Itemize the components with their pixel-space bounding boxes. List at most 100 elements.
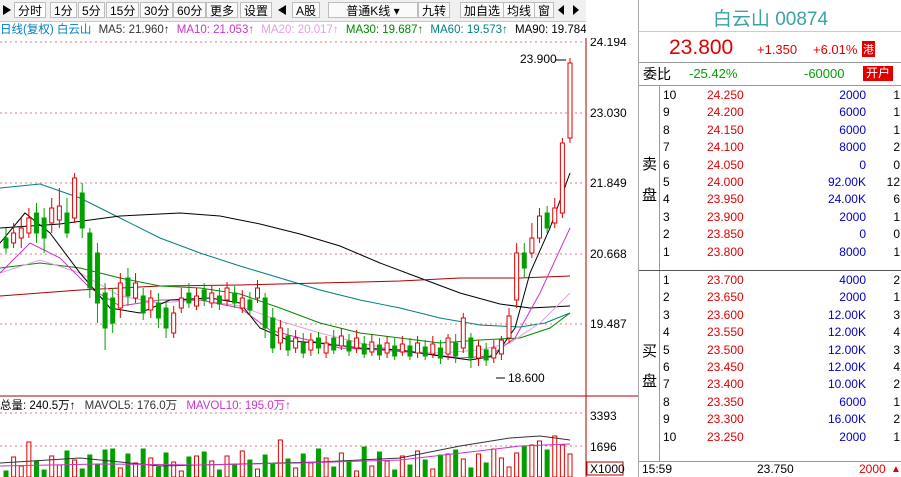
collapse-right-icon[interactable]: [555, 4, 567, 16]
orderbook-n: 2: [893, 377, 900, 392]
orderbook-vol: 92.00K: [827, 175, 866, 189]
tab-timeshare[interactable]: 分时: [14, 2, 47, 18]
orderbook-n: 1: [893, 429, 900, 444]
orderbook-n: 12: [886, 175, 900, 189]
volume-bar: [491, 448, 497, 477]
bid-row[interactable]: 6 23.450 12.00K 4: [639, 359, 901, 376]
bid-row[interactable]: 8 23.350 6000 1: [639, 394, 901, 411]
volume-bar: [498, 457, 504, 477]
market-selector[interactable]: A股: [292, 2, 321, 18]
candle-body: [300, 342, 306, 354]
tab-60min[interactable]: 60分: [173, 2, 207, 18]
tab-1min[interactable]: 1分: [50, 2, 77, 18]
candle-body: [155, 302, 161, 319]
candle-body: [163, 307, 169, 329]
mavol5-line: [0, 435, 571, 467]
orderbook-n: 0: [893, 157, 900, 172]
ma-button[interactable]: 均线: [503, 2, 536, 18]
volume-bar: [422, 459, 428, 477]
volume-bar: [376, 451, 382, 477]
kline-type-select[interactable]: 普通K线 ▾: [328, 2, 418, 18]
jiuzhuan-button[interactable]: 九转: [418, 2, 451, 18]
ma90-label: MA90: 19.784: [514, 24, 586, 36]
orderbook-price: 23.350: [707, 394, 744, 409]
volume-bar: [102, 449, 108, 477]
candle-body: [11, 232, 17, 244]
orderbook-vol: 6000: [839, 394, 866, 409]
candle-body: [338, 335, 344, 347]
ma60-label: MA60: 19.573↑: [430, 24, 508, 36]
volume-legend: 总量: 240.5万↑ MAVOL5: 176.0万 MAVOL10: 195.…: [0, 398, 297, 414]
quote-panel: 白云山 00874 23.800 +1.350 +6.01% 港 委比 -25.…: [638, 0, 901, 477]
weibi-diff: -60000: [804, 66, 845, 81]
volume-bar: [529, 444, 535, 477]
candle-body: [232, 292, 238, 304]
candle-body: [491, 347, 497, 359]
bid-row[interactable]: 1 23.700 4000 2: [639, 272, 901, 289]
bid-row[interactable]: 4 23.550 12.00K 4: [639, 324, 901, 341]
volume-bar: [41, 469, 47, 477]
orderbook-level: 5: [663, 342, 670, 357]
ask-row[interactable]: 9 24.200 6000 1: [639, 104, 901, 121]
orderbook-price: 23.900: [707, 209, 744, 224]
tab-30min[interactable]: 30分: [140, 2, 174, 18]
ask-row[interactable]: 10 24.250 2000 1: [639, 87, 901, 104]
candle-body: [354, 337, 360, 349]
orderbook-n: 1: [893, 244, 900, 259]
ask-row[interactable]: 4 23.950 24.00K 6: [639, 191, 901, 208]
orderbook-price: 24.050: [707, 157, 744, 172]
trade-volume: 2000: [859, 462, 886, 476]
ask-row[interactable]: 5 24.000 92.00K 12: [639, 174, 901, 191]
bid-row[interactable]: 2 23.650 2000 1: [639, 289, 901, 306]
bid-row[interactable]: 3 23.600 12.00K 3: [639, 307, 901, 324]
ask-row[interactable]: 8 24.150 6000 1: [639, 122, 901, 139]
candle-body: [178, 297, 184, 309]
chevron-down-icon: ▾: [393, 4, 400, 18]
candle-body: [56, 205, 62, 221]
orderbook-vol: 12.00K: [827, 325, 866, 340]
tab-more[interactable]: 更多: [206, 2, 239, 18]
volume-bar: [552, 435, 558, 477]
tab-5min[interactable]: 5分: [78, 2, 105, 18]
candle-body: [460, 317, 466, 349]
bid-row[interactable]: 10 23.250 2000 1: [639, 429, 901, 446]
candle-body: [392, 345, 398, 357]
orderbook-price: 24.150: [707, 122, 744, 137]
weibi-label: 委比: [643, 66, 671, 82]
bid-row[interactable]: 7 23.400 10.00K 2: [639, 376, 901, 393]
orderbook-level: 9: [663, 412, 670, 427]
price-change-pct: +6.01%: [813, 42, 858, 57]
volume-bar: [445, 453, 451, 477]
volume-bar: [430, 468, 436, 477]
tab-15min[interactable]: 15分: [106, 2, 140, 18]
tab-settings[interactable]: 设置: [240, 2, 273, 18]
open-account-button[interactable]: 开户: [863, 66, 894, 81]
ask-row[interactable]: 6 24.050 0 0: [639, 157, 901, 174]
candle-body: [476, 345, 482, 359]
volume-bar: [26, 441, 32, 477]
orderbook-vol: 4000: [839, 273, 866, 287]
orderbook-n: 1: [893, 209, 900, 224]
candle-body: [117, 282, 123, 309]
ask-row[interactable]: 3 23.900 2000 1: [639, 209, 901, 226]
candle-body: [537, 215, 543, 239]
bid-row[interactable]: 5 23.500 12.00K 3: [639, 342, 901, 359]
orderbook-level: 7: [663, 377, 670, 392]
scroll-left-icon[interactable]: [276, 4, 288, 16]
ask-row[interactable]: 1 23.800 8000 1: [639, 244, 901, 261]
ask-row[interactable]: 7 24.100 8000 2: [639, 139, 901, 156]
expand-right-icon[interactable]: [570, 4, 582, 16]
volume-bar: [247, 459, 253, 477]
bid-row[interactable]: 9 23.300 16.00K 2: [639, 411, 901, 428]
volume-bar: [117, 467, 123, 477]
add-watchlist-button[interactable]: 加自选: [460, 2, 505, 18]
orderbook-price: 24.200: [707, 105, 744, 120]
volume-bar: [559, 444, 565, 477]
ma30-label: MA30: 19.687↑: [345, 24, 424, 36]
period-arrow-icon[interactable]: [2, 4, 12, 16]
orderbook-level: 1: [663, 244, 670, 259]
ask-row[interactable]: 2 23.850 0 0: [639, 226, 901, 243]
window-button[interactable]: 窗: [534, 2, 555, 18]
candle-body: [255, 287, 261, 299]
orderbook-price: 23.850: [707, 227, 744, 242]
